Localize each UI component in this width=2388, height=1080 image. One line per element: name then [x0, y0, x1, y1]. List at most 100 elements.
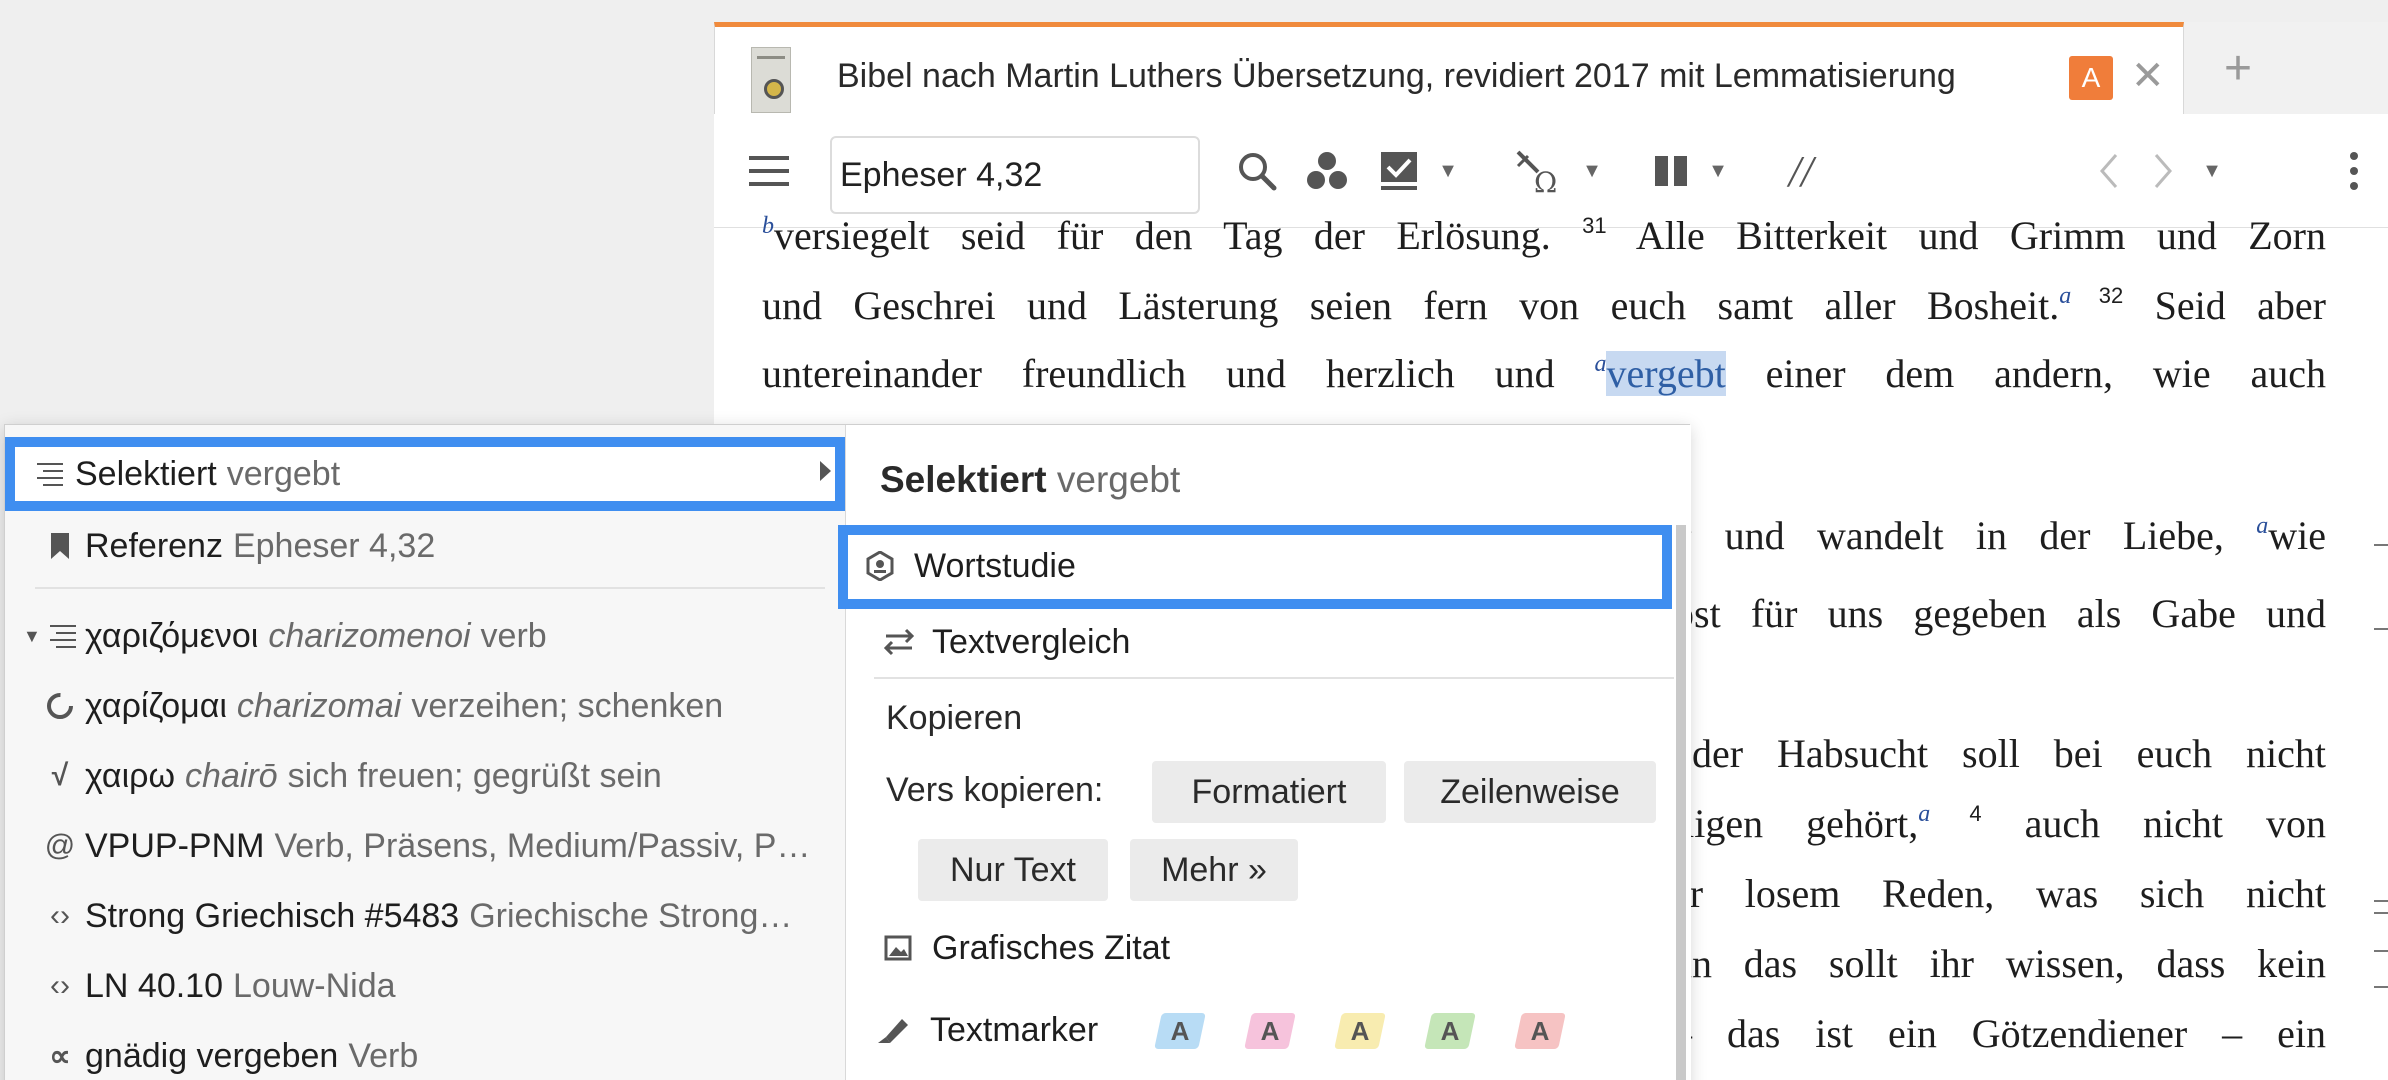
sense-primary: gnädig vergeben — [85, 1036, 339, 1075]
compare-icon — [884, 628, 932, 656]
lemma-primary: χαρίζομαι — [85, 686, 227, 725]
text-line: nn das sollt ihr wissen, dass kein — [1672, 940, 2326, 987]
text-line: untereinander freundlich und herzlich un… — [762, 350, 2326, 397]
gutter-marker — [2374, 912, 2388, 914]
lines-icon — [25, 462, 75, 486]
more-options-icon[interactable] — [2334, 114, 2374, 228]
textmarker-row: Textmarker — [876, 1005, 1098, 1055]
footnote-marker[interactable]: a — [1594, 351, 1606, 377]
text-line: – das ist ein Götzendiener – ein — [1672, 1010, 2326, 1057]
verse-text: untereinander freundlich und herzlich un… — [762, 351, 1595, 396]
root-icon: √ — [51, 759, 69, 792]
image-quote-icon — [884, 935, 932, 961]
root-extra: sich freuen; gegrüßt sein — [287, 756, 662, 795]
strong-extra: Griechische Strong… — [469, 896, 793, 935]
footnote-marker[interactable]: a — [2059, 283, 2071, 309]
lemma-icon — [35, 691, 85, 721]
copy-line-by-line-button[interactable]: Zeilenweise — [1404, 761, 1656, 823]
code-icon: ‹› — [50, 969, 70, 1002]
verse-number: 4 — [1930, 801, 1982, 826]
footnote-marker[interactable]: b — [762, 213, 774, 239]
copy-more-button[interactable]: Mehr » — [1130, 839, 1298, 901]
submenu-header-value: vergebt — [1056, 459, 1181, 500]
strong-primary: Strong Griechisch #5483 — [85, 896, 460, 935]
selected-word[interactable]: vergebt — [1606, 351, 1726, 396]
highlight-red-button[interactable]: A — [1514, 1013, 1566, 1049]
verse-text: Alle Bitterkeit und Grimm und Zorn — [1606, 213, 2326, 258]
submenu-header: Selektiert vergebt — [880, 459, 1180, 501]
lines-icon — [41, 624, 85, 648]
word-form-extra: verb — [480, 616, 547, 655]
verse-text: wie — [2268, 513, 2326, 558]
grafisches-zitat-label: Grafisches Zitat — [932, 928, 1171, 967]
verse-text: nn das sollt ihr wissen, dass kein — [1672, 941, 2326, 986]
separator — [874, 677, 1674, 679]
submenu-header-label: Selektiert — [880, 459, 1047, 500]
selected-item[interactable]: Selektiert vergebt — [5, 437, 845, 511]
word-study-icon — [866, 551, 914, 581]
text-line: und Geschrei und Lästerung seien fern vo… — [762, 282, 2326, 329]
sense-icon: ∝ — [49, 1039, 71, 1073]
highlight-pink-button[interactable]: A — [1244, 1013, 1296, 1049]
morphology-primary: VPUP-PNM — [85, 826, 265, 865]
copy-plain-text-button[interactable]: Nur Text — [918, 839, 1108, 901]
kopieren-label: Kopieren — [886, 699, 1023, 737]
verse-text: – das ist ein Götzendiener – ein — [1672, 1011, 2326, 1056]
verse-number: 32 — [2071, 283, 2124, 308]
selected-row-content: Selektiert vergebt — [25, 447, 825, 501]
footnote-marker[interactable]: a — [2256, 513, 2268, 539]
submenu-arrow-icon — [820, 461, 831, 481]
text-line: iligen gehört,a 4 auch nicht von — [1672, 800, 2326, 847]
menu-item-morphology[interactable]: @ VPUP-PNM Verb, Präsens, Medium/Passiv,… — [35, 821, 835, 871]
lemma-extra: verzeihen; schenken — [411, 686, 724, 725]
menu-item-textvergleich[interactable]: Textvergleich — [884, 617, 1130, 667]
footnote-marker[interactable]: a — [1918, 801, 1930, 827]
wortstudie-content: Wortstudie — [866, 541, 1076, 591]
textmarker-label: Textmarker — [930, 1010, 1099, 1049]
text-line: 2 und wandelt in der Liebe, awie — [1680, 512, 2326, 559]
menu-item-sense[interactable]: ∝ gnädig vergeben Verb — [35, 1031, 835, 1080]
vers-kopieren-label: Vers kopieren: — [886, 771, 1104, 809]
gutter-marker — [2374, 900, 2388, 902]
verse-text: Seid aber — [2123, 283, 2326, 328]
reference-label: Referenz — [85, 526, 223, 565]
text-line: ost für uns gegeben als Gabe und — [1674, 590, 2326, 637]
word-form-primary: χαριζόμενοι — [85, 616, 259, 655]
highlight-green-button[interactable]: A — [1424, 1013, 1476, 1049]
root-primary: χαιρω — [85, 756, 176, 795]
selected-value: vergebt — [226, 454, 341, 493]
highlight-blue-button[interactable]: A — [1154, 1013, 1206, 1049]
louw-nida-extra: Louw-Nida — [233, 966, 396, 1005]
verse-text: und wandelt in der Liebe, — [1692, 513, 2257, 558]
reference-value: Epheser 4,32 — [232, 526, 436, 565]
menu-item-wortstudie[interactable]: Wortstudie — [838, 525, 1672, 609]
verse-text: er losem Reden, was sich nicht — [1672, 871, 2326, 916]
louw-nida-primary: LN 40.10 — [85, 966, 223, 1005]
lemma-translit: charizomai — [236, 686, 402, 725]
verse-text: oder Habsucht soll bei euch nicht — [1672, 731, 2326, 776]
submenu-scrollbar[interactable] — [1676, 525, 1686, 1080]
sense-extra: Verb — [348, 1036, 419, 1075]
context-menu: Selektiert vergebt Referenz Epheser 4,32… — [4, 424, 1691, 1080]
verse-text: ost für uns gegeben als Gabe und — [1674, 591, 2326, 636]
gutter-marker — [2374, 950, 2388, 952]
highlighter-icon — [876, 1015, 930, 1045]
text-line: bversiegelt seid für den Tag der Erlösun… — [762, 212, 2326, 259]
morphology-extra: Verb, Präsens, Medium/Passiv, P… — [274, 826, 811, 865]
menu-item-strong[interactable]: ‹› Strong Griechisch #5483 Griechische S… — [35, 891, 835, 941]
verse-text: auch nicht von — [1981, 801, 2326, 846]
menu-item-word-form[interactable]: ▼ χαριζόμενοι charizomenoi verb — [23, 611, 823, 661]
verse-text: und Geschrei und Lästerung seien fern vo… — [762, 283, 2060, 328]
highlight-yellow-button[interactable]: A — [1334, 1013, 1386, 1049]
menu-item-louw-nida[interactable]: ‹› LN 40.10 Louw-Nida — [35, 961, 835, 1011]
selected-label: Selektiert — [75, 454, 217, 493]
context-menu-right: Selektiert vergebt Wortstudie Textvergle… — [838, 425, 1691, 1080]
menu-item-grafisches-zitat[interactable]: Grafisches Zitat — [884, 923, 1170, 973]
bookmark-icon — [35, 532, 85, 560]
verse-text: iligen gehört, — [1672, 801, 1919, 846]
menu-item-reference[interactable]: Referenz Epheser 4,32 — [35, 521, 835, 571]
menu-item-lemma[interactable]: χαρίζομαι charizomai verzeihen; schenken — [35, 681, 835, 731]
textvergleich-label: Textvergleich — [932, 622, 1131, 661]
menu-item-root[interactable]: √ χαιρω chairō sich freuen; gegrüßt sein — [35, 751, 835, 801]
copy-formatted-button[interactable]: Formatiert — [1152, 761, 1386, 823]
